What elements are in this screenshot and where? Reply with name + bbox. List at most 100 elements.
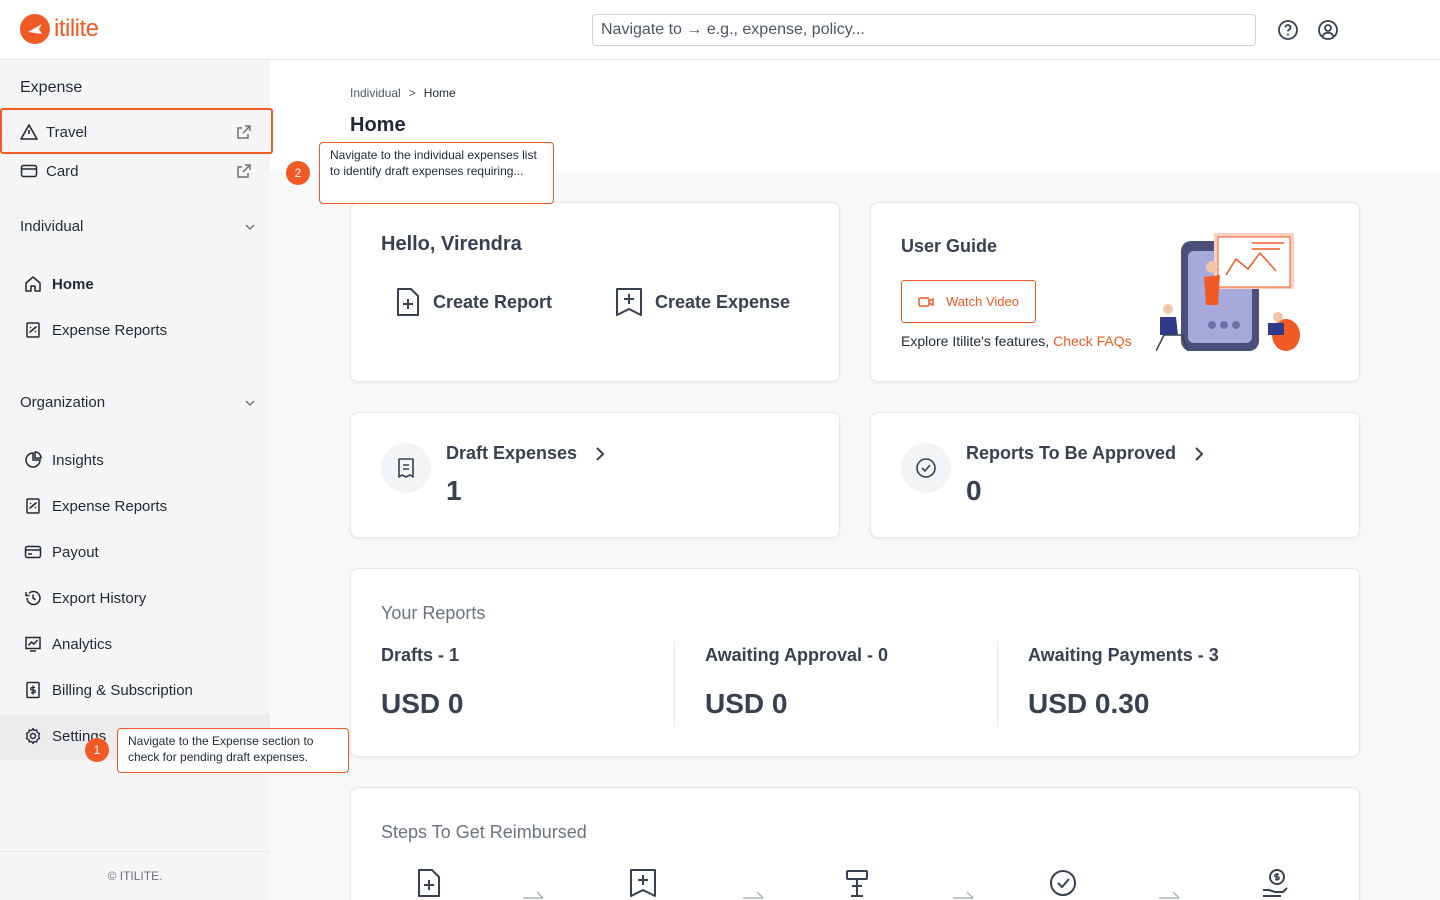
card-icon: [24, 545, 42, 559]
plane-logo-icon: [20, 14, 50, 44]
steps-card: Steps To Get Reimbursed: [350, 787, 1360, 900]
sidebar-item-insights[interactable]: Insights: [24, 440, 260, 480]
reports-approval-amount: USD 0: [705, 688, 788, 719]
breadcrumb: Individual > Home: [350, 86, 456, 100]
your-reports-title: Your Reports: [381, 603, 486, 623]
reports-payments-label: Awaiting Payments - 3: [1028, 645, 1219, 665]
reimbursement-icon: [1263, 869, 1288, 897]
sidebar-item-label: Export History: [52, 589, 147, 607]
receipt-icon: [26, 498, 40, 514]
annotation-badge-2: 2: [286, 161, 310, 185]
video-camera-icon: [918, 296, 934, 307]
watch-video-label: Watch Video: [946, 294, 1019, 309]
home-icon: [25, 276, 41, 292]
divider: [674, 641, 675, 727]
expense-heading: Expense: [20, 79, 83, 96]
sidebar-item-billing[interactable]: Billing & Subscription: [24, 670, 260, 710]
brand-logo[interactable]: itilite: [20, 14, 99, 44]
sidebar-item-label: Expense Reports: [52, 497, 168, 515]
annotation-tip-2: Navigate to the individual expenses list…: [319, 142, 554, 204]
breadcrumb-separator: >: [408, 86, 416, 100]
add-document-icon: [397, 288, 419, 316]
reports-drafts[interactable]: Drafts - 1 USD 0: [381, 645, 681, 720]
reports-approve-label: Reports To Be Approved: [966, 443, 1177, 463]
sidebar-item-export-history[interactable]: Export History: [24, 578, 260, 618]
draft-expenses-card[interactable]: Draft Expenses 1: [350, 412, 840, 538]
page-title: Home: [350, 114, 406, 136]
check-circle-icon: [1050, 870, 1076, 896]
sidebar-item-home[interactable]: Home: [24, 264, 260, 304]
add-document-icon: [418, 869, 440, 897]
check-faqs-link[interactable]: Check FAQs: [1053, 333, 1132, 349]
receipt-icon: [26, 322, 40, 338]
add-receipt-icon: [630, 869, 656, 897]
draft-expenses-link[interactable]: Draft Expenses: [446, 443, 605, 464]
explore-label: Explore Itilite's features,: [901, 333, 1050, 349]
pie-chart-icon: [25, 451, 42, 468]
user-guide-card: User Guide Watch Video Explore Itilite's…: [870, 202, 1360, 382]
sidebar-item-card[interactable]: Card: [20, 151, 260, 191]
history-icon: [25, 590, 41, 606]
chevron-down-icon: [245, 399, 255, 406]
create-report-button[interactable]: Create Report: [395, 287, 552, 317]
sidebar-item-label: Analytics: [52, 635, 113, 653]
check-circle-icon: [916, 458, 936, 478]
reports-to-approve-card[interactable]: Reports To Be Approved 0: [870, 412, 1360, 538]
arrow-right-icon: [953, 891, 974, 899]
arrow-right-icon: [1159, 891, 1180, 899]
travel-highlight-box: [0, 108, 273, 154]
reports-approve-count: 0: [966, 475, 982, 506]
card-icon: [20, 164, 38, 178]
sidebar-item-label: Billing & Subscription: [52, 681, 193, 699]
chevron-down-icon: [245, 223, 255, 230]
section-organization[interactable]: Organization: [20, 394, 256, 411]
breadcrumb-parent[interactable]: Individual: [350, 86, 401, 100]
user-guide-illustration: [1156, 233, 1300, 352]
arrow-right-icon: [743, 891, 764, 899]
add-receipt-icon: [616, 288, 642, 316]
reports-payments-amount: USD 0.30: [1028, 688, 1150, 719]
sidebar-item-analytics[interactable]: Analytics: [24, 624, 260, 664]
sidebar-item-label: Expense Reports: [52, 321, 168, 339]
external-link-icon[interactable]: [236, 163, 252, 179]
reports-approve-link[interactable]: Reports To Be Approved: [966, 443, 1204, 464]
breadcrumb-current: Home: [423, 86, 456, 100]
reports-approval-label: Awaiting Approval - 0: [705, 645, 889, 665]
draft-expenses-label: Draft Expenses: [446, 443, 578, 463]
section-label: Organization: [20, 394, 106, 411]
annotation-badge-1: 1: [85, 738, 109, 762]
chevron-right-icon: [596, 446, 605, 461]
user-guide-title: User Guide: [901, 236, 998, 256]
watch-video-button[interactable]: Watch Video: [901, 280, 1036, 323]
draft-expenses-icon-wrap: [381, 443, 431, 493]
draft-expenses-count: 1: [446, 475, 462, 506]
sidebar-item-payout[interactable]: Payout: [24, 532, 260, 572]
reports-awaiting-approval[interactable]: Awaiting Approval - 0 USD 0: [705, 645, 1005, 720]
arrow-right-icon: [523, 891, 544, 899]
reports-approve-icon-wrap: [901, 443, 951, 493]
gear-icon: [25, 727, 41, 745]
sidebar-item-expense-reports[interactable]: Expense Reports: [24, 310, 260, 350]
hello-card: Hello, Virendra Create Report Create Exp…: [350, 202, 840, 382]
top-bar: itilite: [0, 0, 1440, 60]
create-expense-label: Create Expense: [655, 291, 791, 312]
reports-drafts-label: Drafts - 1: [381, 645, 460, 665]
chevron-right-icon: [1195, 446, 1204, 461]
submit-icon: [846, 870, 868, 897]
help-circle-icon[interactable]: [1277, 19, 1299, 41]
search-input[interactable]: [592, 14, 1256, 46]
section-individual[interactable]: Individual: [20, 218, 256, 235]
explore-text: Explore Itilite's features, Check FAQs: [901, 333, 1132, 349]
steps-title: Steps To Get Reimbursed: [381, 822, 587, 842]
user-circle-icon[interactable]: [1317, 19, 1339, 41]
sidebar-item-label: Home: [52, 275, 94, 293]
sidebar-item-label: Card: [46, 162, 79, 180]
reports-awaiting-payments[interactable]: Awaiting Payments - 3 USD 0.30: [1028, 645, 1328, 720]
receipt-icon: [398, 458, 414, 478]
create-expense-button[interactable]: Create Expense: [615, 287, 790, 317]
sidebar-item-org-expense-reports[interactable]: Expense Reports: [24, 486, 260, 526]
your-reports-card: Your Reports Drafts - 1 USD 0 Awaiting A…: [350, 568, 1360, 757]
sidebar-item-label: Payout: [52, 543, 99, 561]
brand-name: itilite: [54, 15, 99, 42]
sidebar-item-label: Insights: [52, 451, 104, 469]
